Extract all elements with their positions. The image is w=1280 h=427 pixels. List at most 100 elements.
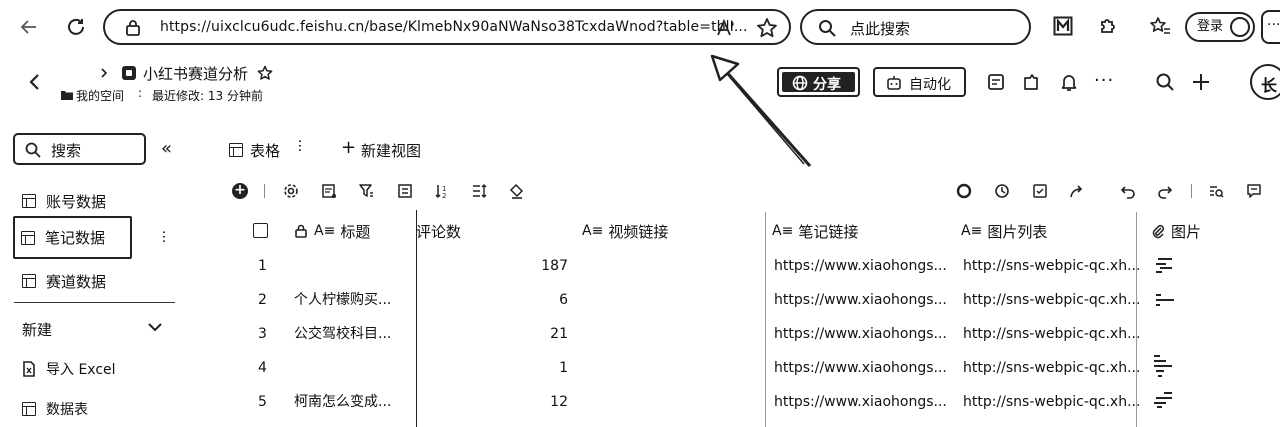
cell-note-link[interactable]: https://www.xiaohongs... [774,256,947,276]
comment-icon[interactable] [1245,182,1263,200]
checklist-icon[interactable] [1031,182,1049,200]
cell-title[interactable]: 柯南怎么变成... [294,392,391,412]
image-thumbnail[interactable] [1156,256,1176,274]
field-settings-icon[interactable] [282,182,300,200]
address-url[interactable]: https://uixclcu6udc.feishu.cn/base/Klmeb… [160,19,748,35]
sidebar-new-label[interactable]: 新建 [22,319,52,340]
column-header-comments[interactable]: 评论数 [416,220,461,242]
column-header-images[interactable]: 图片 [1150,220,1201,242]
cell-image-list[interactable]: http://sns-webpic-qc.xh... [963,256,1140,276]
cell-comments[interactable]: 187 [500,256,568,276]
view-settings-icon[interactable] [320,182,338,200]
fill-color-icon[interactable] [508,182,526,200]
breadcrumb-separator: : [138,86,143,100]
cell-comments[interactable]: 21 [500,324,568,344]
table-more-icon[interactable]: ··· [155,230,171,243]
history-icon[interactable] [993,182,1011,200]
lock-icon[interactable] [125,19,141,37]
browser-back-icon[interactable] [18,16,40,38]
sidebar-datatable-label: 数据表 [46,402,88,418]
column-label: 图片 [1171,222,1202,241]
cell-note-link[interactable]: https://www.xiaohongs... [774,358,947,378]
more-options-icon[interactable]: ··· [1094,70,1114,91]
extension-m-icon[interactable] [1052,15,1074,37]
address-bar[interactable]: https://uixclcu6udc.feishu.cn/base/Klmeb… [103,9,791,45]
group-icon[interactable] [396,182,414,200]
image-thumbnail[interactable] [1156,291,1176,309]
sidebar-item-track-data[interactable]: 赛道数据 [22,264,106,298]
favorites-icon[interactable] [1148,15,1172,37]
image-thumbnail[interactable] [1154,354,1174,378]
cell-comments[interactable]: 6 [500,290,568,310]
column-label: 标题 [340,222,371,241]
column-header-video-link[interactable]: A≡ 视频链接 [582,220,668,242]
back-chevron-icon[interactable] [26,71,44,93]
undo-icon[interactable] [1119,182,1137,200]
share-out-icon[interactable] [1068,182,1086,200]
column-header-title[interactable]: A≡ 标题 [294,220,370,242]
cell-note-link[interactable]: https://www.xiaohongs... [774,392,947,412]
text-field-icon: A≡ [582,223,604,239]
find-icon[interactable] [1207,182,1225,200]
record-circle-icon[interactable] [955,182,973,200]
view-tab-grid[interactable]: 表格 [250,140,280,161]
cell-title[interactable]: 公交驾校科目... [294,324,391,344]
column-header-note-link[interactable]: A≡ 笔记链接 [772,220,858,242]
chevron-down-icon[interactable] [146,320,164,334]
favorite-star-icon[interactable] [755,16,779,40]
cell-image-list[interactable]: http://sns-webpic-qc.xh... [963,358,1140,378]
base-logo-icon [120,64,138,82]
text-field-icon: A≡ [772,223,794,239]
toolbar-divider [1191,184,1192,198]
row-index: 5 [258,394,267,410]
sidebar-datatable[interactable]: 数据表 [22,392,88,426]
column-label: 评论数 [416,222,462,241]
automation-button[interactable]: 自动化 [873,67,966,97]
row-height-icon[interactable] [470,182,488,200]
cell-comments[interactable]: 12 [500,392,568,412]
browser-search-box[interactable]: 点此搜索 [800,9,1031,45]
dashboard-icon[interactable] [1021,72,1041,92]
user-avatar[interactable]: 长 [1250,64,1280,100]
cell-image-list[interactable]: http://sns-webpic-qc.xh... [963,392,1140,412]
star-icon[interactable] [256,64,274,82]
sidebar-item-note-data[interactable]: 笔记数据 [13,216,132,259]
collapse-sidebar-icon[interactable]: « [161,138,172,159]
add-record-icon[interactable]: + [232,183,248,199]
login-button[interactable]: 登录 [1185,12,1255,42]
image-thumbnail[interactable] [1154,391,1174,409]
new-view-plus-icon[interactable]: + [341,137,356,158]
sort-icon[interactable]: 12 [433,182,451,200]
read-aloud-icon[interactable] [715,17,737,39]
cell-note-link[interactable]: https://www.xiaohongs... [774,324,947,344]
cell-title[interactable]: 个人柠檬购买... [294,290,391,310]
app-search-icon[interactable] [1154,71,1176,93]
attachment-icon [1150,223,1166,239]
breadcrumb-chevron-icon [98,66,110,80]
sidebar-divider [14,302,175,303]
cell-note-link[interactable]: https://www.xiaohongs... [774,290,947,310]
filter-icon[interactable] [357,182,375,200]
select-all-checkbox[interactable] [253,223,268,238]
sidebar-item-account-data[interactable]: 账号数据 [22,184,106,218]
browser-refresh-icon[interactable] [64,15,88,39]
breadcrumb-space[interactable]: 我的空间 [76,87,124,104]
page-title[interactable]: 小红书赛道分析 [143,63,248,84]
search-icon [818,19,836,37]
notification-bell-icon[interactable] [1059,71,1079,93]
column-header-image-list[interactable]: A≡ 图片列表 [961,220,1047,242]
extensions-puzzle-icon[interactable] [1097,15,1119,37]
view-more-icon[interactable]: ··· [291,139,307,152]
form-icon[interactable] [986,72,1006,92]
browser-more-icon[interactable]: ··· [1261,10,1280,44]
add-icon[interactable] [1190,71,1212,93]
last-modified: 最近修改: 13 分钟前 [152,89,263,103]
redo-icon[interactable] [1156,182,1174,200]
cell-comments[interactable]: 1 [500,358,568,378]
new-view-button[interactable]: 新建视图 [361,140,421,161]
sidebar-search[interactable]: 搜索 [13,133,146,165]
sidebar-import-excel[interactable]: 导入 Excel [22,352,116,386]
cell-image-list[interactable]: http://sns-webpic-qc.xh... [963,324,1140,344]
annotation-arrow [710,54,812,167]
cell-image-list[interactable]: http://sns-webpic-qc.xh... [963,290,1140,310]
